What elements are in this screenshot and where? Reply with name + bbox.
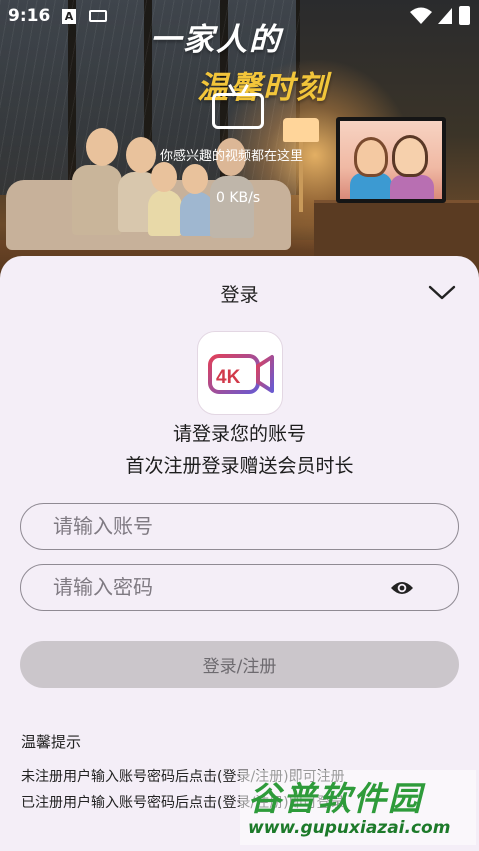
a-icon: A — [62, 9, 76, 24]
family-figure — [148, 190, 182, 236]
video-4k-icon: 4K — [208, 354, 274, 394]
status-bar: 9:16 A — [0, 0, 479, 34]
login-register-button[interactable]: 登录/注册 — [20, 641, 459, 688]
hero-banner: 一家人的 温馨时刻 你感兴趣的视频都在这里 0 KB/s — [0, 0, 479, 300]
login-sheet: 登录 4K 请登录您的账号 首次注册登录赠送会员时长 登录/注册 — [0, 256, 479, 851]
account-field[interactable] — [20, 503, 459, 550]
watermark-name: 谷普软件园 — [248, 779, 423, 818]
register-bonus-prompt: 首次注册登录赠送会员时长 — [125, 455, 354, 477]
lamp-icon — [283, 118, 319, 142]
family-figure — [126, 137, 156, 173]
tv-illustration — [336, 117, 446, 203]
family-figure — [210, 176, 254, 238]
keyboard-icon — [89, 10, 107, 22]
family-figure — [180, 192, 214, 236]
family-figure — [72, 165, 122, 235]
loading-speed: 0 KB/s — [216, 190, 261, 206]
tv-icon — [212, 93, 264, 129]
sheet-title: 登录 — [220, 284, 259, 306]
app-logo: 4K — [197, 331, 283, 415]
tv-stand — [314, 200, 479, 260]
watermark: 谷普软件园 www.gupuxiazai.com — [240, 770, 476, 845]
password-input[interactable] — [53, 565, 393, 609]
wifi-icon — [410, 7, 432, 24]
svg-text:4K: 4K — [216, 367, 241, 388]
chevron-down-icon[interactable] — [427, 280, 457, 304]
tips-title: 温馨提示 — [21, 733, 82, 751]
family-figure — [182, 164, 208, 194]
eye-icon[interactable] — [390, 578, 414, 598]
password-field[interactable] — [20, 564, 459, 611]
login-prompt: 请登录您的账号 — [172, 423, 306, 445]
battery-icon — [459, 6, 470, 25]
hero-caption: 你感兴趣的视频都在这里 — [160, 149, 304, 164]
watermark-url: www.gupuxiazai.com — [248, 818, 451, 838]
status-time: 9:16 — [8, 6, 51, 26]
family-figure — [86, 128, 118, 166]
signal-icon — [438, 8, 452, 24]
family-figure — [151, 162, 177, 192]
account-input[interactable] — [53, 504, 393, 548]
